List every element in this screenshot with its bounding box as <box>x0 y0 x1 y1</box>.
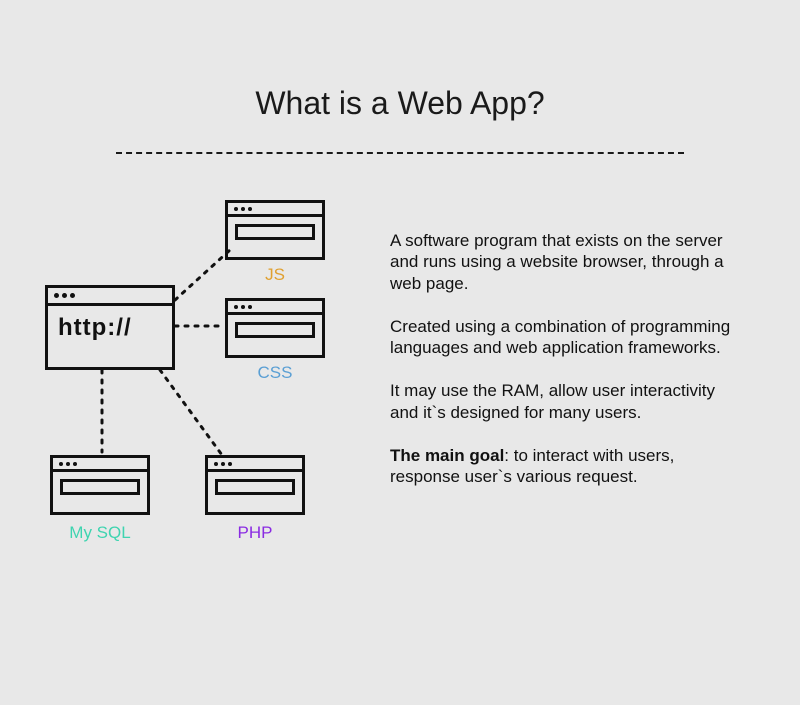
http-window-icon: http:// <box>45 285 175 370</box>
js-window-icon <box>225 200 325 260</box>
divider <box>116 152 684 154</box>
js-label: JS <box>225 265 325 285</box>
mysql-window-icon <box>50 455 150 515</box>
php-label: PHP <box>205 523 305 543</box>
paragraph-2: Created using a combination of programmi… <box>390 316 735 359</box>
paragraph-3: It may use the RAM, allow user interacti… <box>390 380 735 423</box>
paragraph-1: A software program that exists on the se… <box>390 230 735 294</box>
css-label: CSS <box>225 363 325 383</box>
page-title: What is a Web App? <box>0 0 800 122</box>
http-label: http:// <box>58 314 162 342</box>
mysql-label: My SQL <box>50 523 150 543</box>
css-window-icon <box>225 298 325 358</box>
diagram-canvas: http:// JS CSS PHP My SQL A software pro… <box>0 170 800 705</box>
paragraph-4: The main goal: to interact with users, r… <box>390 445 735 488</box>
php-window-icon <box>205 455 305 515</box>
description-text: A software program that exists on the se… <box>390 230 735 509</box>
